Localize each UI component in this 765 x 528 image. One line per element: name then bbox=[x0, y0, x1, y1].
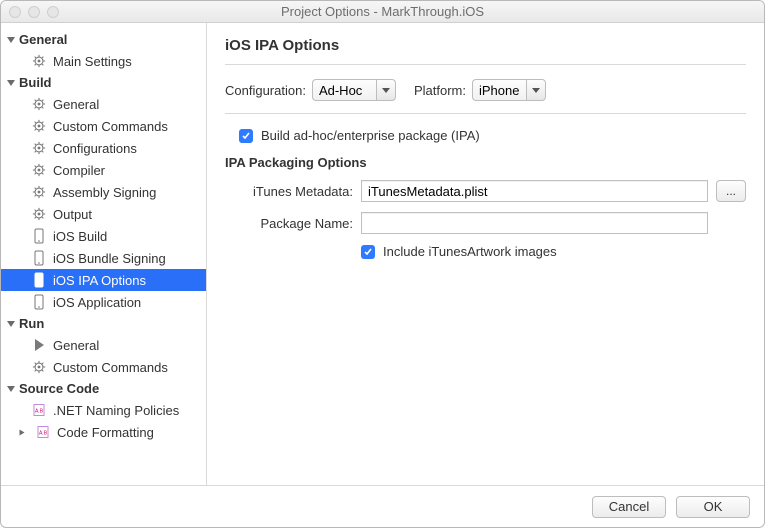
packaging-heading: IPA Packaging Options bbox=[225, 155, 746, 170]
divider bbox=[225, 64, 746, 65]
section-label: Build bbox=[19, 75, 52, 90]
gear-icon bbox=[31, 184, 47, 200]
section-label: General bbox=[19, 32, 67, 47]
sidebar-item-label: General bbox=[53, 97, 99, 112]
sidebar-item-ios-ipa-options[interactable]: iOS IPA Options bbox=[1, 269, 206, 291]
build-ipa-checkbox[interactable]: Build ad-hoc/enterprise package (IPA) bbox=[239, 128, 746, 143]
dialog-body: GeneralMain SettingsBuildGeneralCustom C… bbox=[1, 23, 764, 485]
gears-icon bbox=[31, 96, 47, 112]
phone-icon bbox=[31, 250, 47, 266]
configuration-label: Configuration: bbox=[225, 83, 306, 98]
disclosure-triangle-icon bbox=[7, 37, 15, 43]
package-name-row: Package Name: bbox=[225, 212, 746, 234]
package-name-input[interactable] bbox=[361, 212, 708, 234]
gear-icon bbox=[31, 140, 47, 156]
configuration-value[interactable] bbox=[312, 79, 376, 101]
sidebar-item-label: iOS IPA Options bbox=[53, 273, 146, 288]
sidebar-item-label: Custom Commands bbox=[53, 119, 168, 134]
browse-button[interactable]: ... bbox=[716, 180, 746, 202]
sidebar-item-label: iOS Application bbox=[53, 295, 141, 310]
phone-icon bbox=[31, 228, 47, 244]
sidebar-item-output[interactable]: Output bbox=[1, 203, 206, 225]
sidebar-section-build[interactable]: Build bbox=[1, 72, 206, 93]
checkbox-checked-icon bbox=[361, 245, 375, 259]
sidebar-item-assembly-signing[interactable]: Assembly Signing bbox=[1, 181, 206, 203]
itunes-metadata-label: iTunes Metadata: bbox=[225, 184, 353, 199]
sidebar-item-label: Configurations bbox=[53, 141, 137, 156]
sidebar-item-code-formatting[interactable]: A.B Code Formatting bbox=[1, 421, 206, 443]
gear-icon bbox=[31, 359, 47, 375]
sidebar-item-label: iOS Build bbox=[53, 229, 107, 244]
sidebar-item-label: Compiler bbox=[53, 163, 105, 178]
sidebar-item-ios-build[interactable]: iOS Build bbox=[1, 225, 206, 247]
sidebar-item-main-settings[interactable]: Main Settings bbox=[1, 50, 206, 72]
sidebar-item-general[interactable]: General bbox=[1, 334, 206, 356]
gear-icon bbox=[31, 53, 47, 69]
content-pane: iOS IPA Options Configuration: Platform: bbox=[207, 23, 764, 485]
window-title: Project Options - MarkThrough.iOS bbox=[1, 4, 764, 19]
sidebar-item-label: iOS Bundle Signing bbox=[53, 251, 166, 266]
disclosure-triangle-icon bbox=[7, 321, 15, 327]
svg-text:A.B: A.B bbox=[35, 409, 44, 415]
gear-icon bbox=[31, 206, 47, 222]
platform-value[interactable] bbox=[472, 79, 526, 101]
dialog-footer: Cancel OK bbox=[1, 485, 764, 527]
sidebar-item-general[interactable]: General bbox=[1, 93, 206, 115]
sidebar-item-label: Custom Commands bbox=[53, 360, 168, 375]
checkbox-checked-icon bbox=[239, 129, 253, 143]
doc-icon: A.B bbox=[31, 402, 47, 418]
phone-icon bbox=[31, 272, 47, 288]
disclosure-triangle-icon bbox=[7, 386, 15, 392]
config-row: Configuration: Platform: bbox=[225, 79, 746, 101]
sidebar: GeneralMain SettingsBuildGeneralCustom C… bbox=[1, 23, 207, 485]
titlebar: Project Options - MarkThrough.iOS bbox=[1, 1, 764, 23]
phone-icon bbox=[31, 294, 47, 310]
sidebar-section-source-code[interactable]: Source Code bbox=[1, 378, 206, 399]
sidebar-item-compiler[interactable]: Compiler bbox=[1, 159, 206, 181]
sidebar-section-run[interactable]: Run bbox=[1, 313, 206, 334]
sidebar-item-label: Main Settings bbox=[53, 54, 132, 69]
ok-button[interactable]: OK bbox=[676, 496, 750, 518]
platform-select[interactable] bbox=[472, 79, 546, 101]
platform-label: Platform: bbox=[414, 83, 466, 98]
section-label: Run bbox=[19, 316, 44, 331]
package-name-label: Package Name: bbox=[225, 216, 353, 231]
build-ipa-label: Build ad-hoc/enterprise package (IPA) bbox=[261, 128, 480, 143]
play-icon bbox=[31, 337, 47, 353]
sidebar-item-label: General bbox=[53, 338, 99, 353]
doc-icon: A.B bbox=[35, 424, 51, 440]
chevron-down-icon[interactable] bbox=[376, 79, 396, 101]
include-artwork-label: Include iTunesArtwork images bbox=[383, 244, 557, 259]
sidebar-item-label: Output bbox=[53, 207, 92, 222]
sidebar-section-general[interactable]: General bbox=[1, 29, 206, 50]
itunes-metadata-row: iTunes Metadata: ... bbox=[225, 180, 746, 202]
divider bbox=[225, 113, 746, 114]
cancel-button[interactable]: Cancel bbox=[592, 496, 666, 518]
configuration-select[interactable] bbox=[312, 79, 396, 101]
sidebar-item-ios-bundle-signing[interactable]: iOS Bundle Signing bbox=[1, 247, 206, 269]
chevron-down-icon[interactable] bbox=[526, 79, 546, 101]
sidebar-item--net-naming-policies[interactable]: A.B .NET Naming Policies bbox=[1, 399, 206, 421]
gear-icon bbox=[31, 162, 47, 178]
sidebar-item-custom-commands[interactable]: Custom Commands bbox=[1, 356, 206, 378]
sidebar-item-custom-commands[interactable]: Custom Commands bbox=[1, 115, 206, 137]
disclosure-triangle-icon bbox=[20, 429, 25, 435]
svg-text:A.B: A.B bbox=[39, 431, 48, 437]
gear-icon bbox=[31, 118, 47, 134]
itunes-metadata-input[interactable] bbox=[361, 180, 708, 202]
sidebar-item-label: .NET Naming Policies bbox=[53, 403, 179, 418]
page-heading: iOS IPA Options bbox=[225, 37, 746, 54]
include-artwork-checkbox[interactable]: Include iTunesArtwork images bbox=[361, 244, 746, 259]
sidebar-item-label: Code Formatting bbox=[57, 425, 154, 440]
section-label: Source Code bbox=[19, 381, 99, 396]
sidebar-item-label: Assembly Signing bbox=[53, 185, 156, 200]
sidebar-item-ios-application[interactable]: iOS Application bbox=[1, 291, 206, 313]
sidebar-item-configurations[interactable]: Configurations bbox=[1, 137, 206, 159]
project-options-window: Project Options - MarkThrough.iOS Genera… bbox=[0, 0, 765, 528]
disclosure-triangle-icon bbox=[7, 80, 15, 86]
